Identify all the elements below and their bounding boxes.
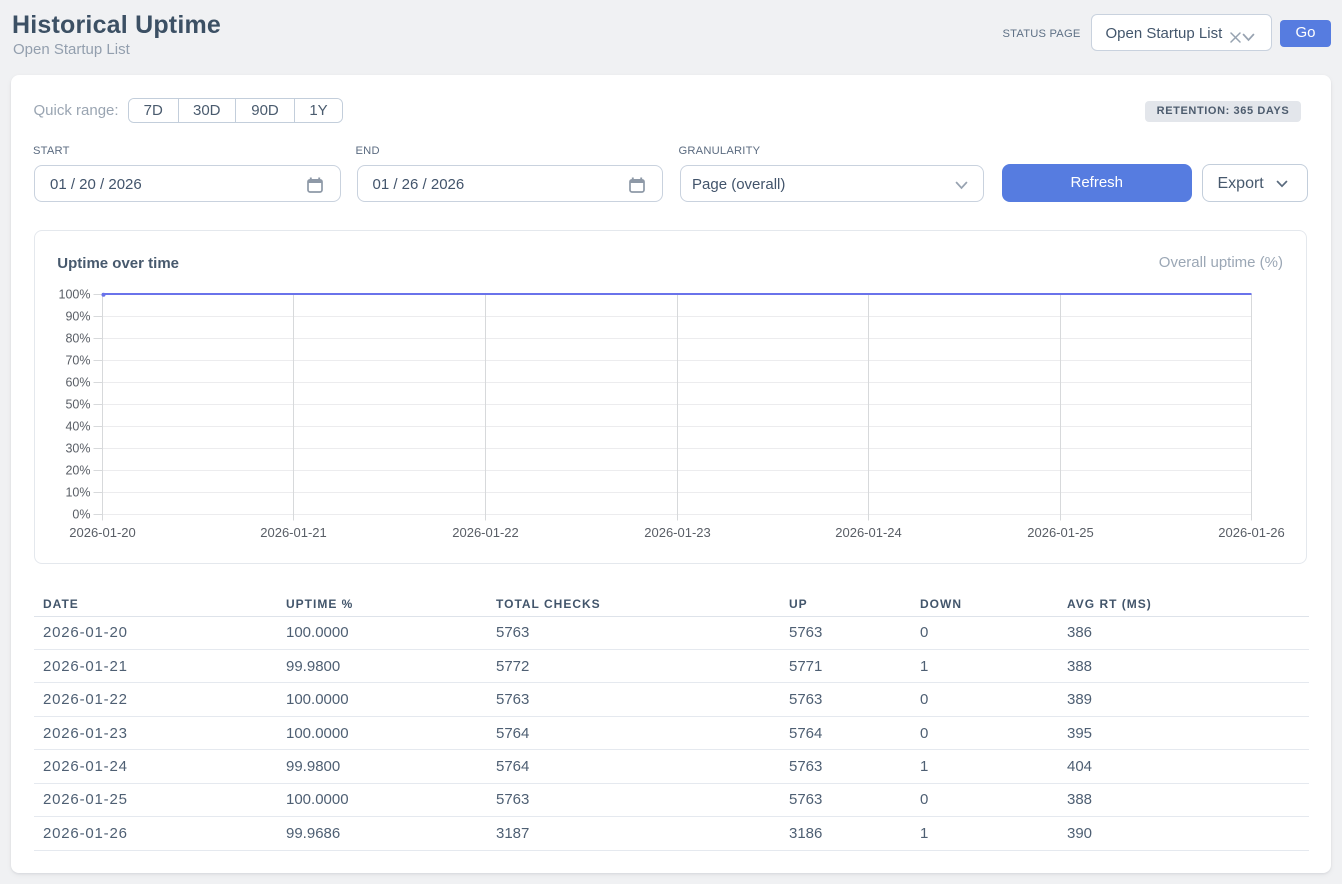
svg-text:10%: 10%	[65, 485, 90, 499]
svg-text:60%: 60%	[65, 375, 90, 389]
svg-text:80%: 80%	[65, 331, 90, 345]
svg-text:40%: 40%	[65, 419, 90, 433]
svg-text:2026-01-24: 2026-01-24	[835, 525, 902, 540]
svg-text:2026-01-26: 2026-01-26	[1218, 525, 1285, 540]
svg-text:2026-01-21: 2026-01-21	[260, 525, 327, 540]
svg-text:0%: 0%	[72, 507, 90, 521]
svg-text:2026-01-20: 2026-01-20	[69, 525, 136, 540]
svg-text:70%: 70%	[65, 353, 90, 367]
svg-text:30%: 30%	[65, 441, 90, 455]
svg-text:2026-01-23: 2026-01-23	[644, 525, 711, 540]
svg-text:2026-01-22: 2026-01-22	[452, 525, 519, 540]
svg-text:100%: 100%	[59, 287, 91, 301]
svg-text:50%: 50%	[65, 397, 90, 411]
svg-text:90%: 90%	[65, 309, 90, 323]
svg-text:20%: 20%	[65, 463, 90, 477]
svg-text:2026-01-25: 2026-01-25	[1027, 525, 1094, 540]
